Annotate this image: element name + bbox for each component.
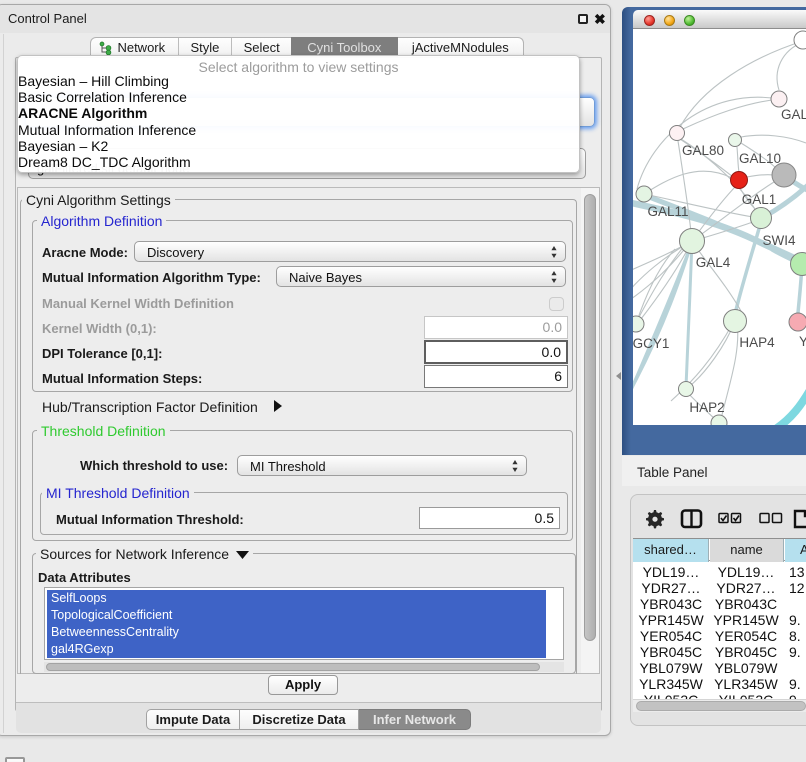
svg-text:GAL10: GAL10: [739, 151, 781, 166]
svg-text:HAP4: HAP4: [739, 335, 775, 350]
svg-text:GAL2: GAL2: [781, 107, 806, 122]
svg-text:GCY1: GCY1: [633, 336, 669, 351]
svg-text:GAL80: GAL80: [682, 143, 724, 158]
svg-text:SWI4: SWI4: [762, 233, 795, 248]
svg-text:HAP2: HAP2: [689, 400, 724, 415]
svg-text:GAL11: GAL11: [647, 204, 688, 219]
svg-text:GAL1: GAL1: [742, 192, 777, 207]
svg-text:YLR: YLR: [799, 334, 806, 349]
svg-text:GAL4: GAL4: [696, 255, 731, 270]
